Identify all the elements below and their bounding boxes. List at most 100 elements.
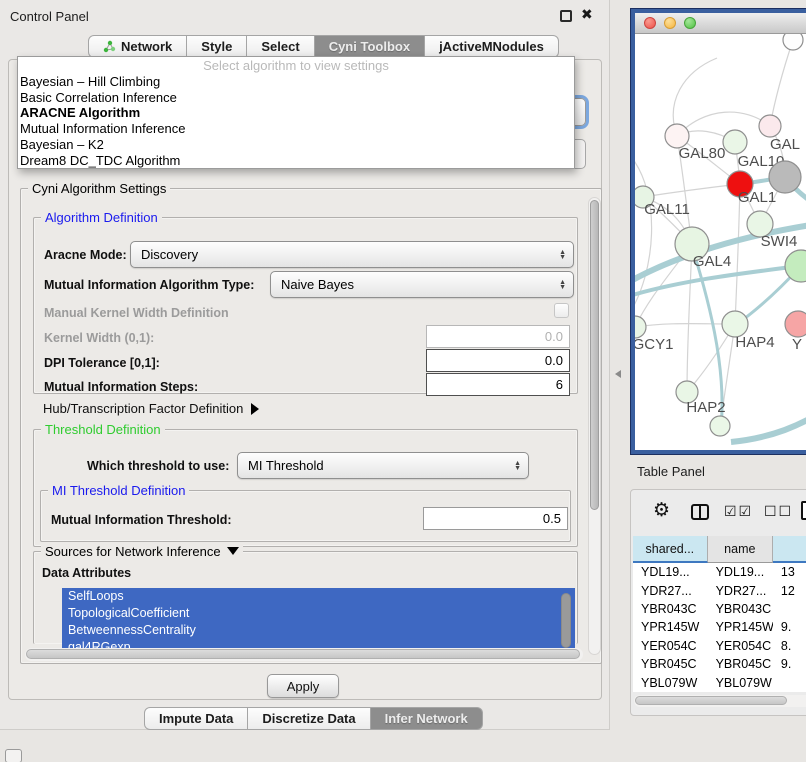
close-icon[interactable]: ✖ <box>581 6 593 23</box>
which-threshold-value: MI Threshold <box>248 458 324 473</box>
zoom-traffic-light-icon[interactable] <box>684 17 696 29</box>
dpi-tolerance-label: DPI Tolerance [0,1]: <box>44 356 160 370</box>
table-cell: YDR27... <box>633 581 708 599</box>
hub-definition-toggle[interactable]: Hub/Transcription Factor Definition <box>43 401 259 416</box>
attributes-vscroll-thumb[interactable] <box>561 593 571 648</box>
which-threshold-combo[interactable]: MI Threshold ▲▼ <box>237 452 529 479</box>
sources-title-text: Sources for Network Inference <box>45 544 221 559</box>
network-node[interactable] <box>785 250 806 282</box>
table-cell <box>773 673 806 691</box>
network-node-gal10[interactable] <box>723 130 747 154</box>
tab-label: jActiveMNodules <box>439 39 544 54</box>
settings-vscroll-thumb[interactable] <box>590 200 599 510</box>
table-cell: 9. <box>773 655 806 673</box>
table-panel: ⚙ ☑☑ ☐☐ shared...name YDL19...YDL19...13… <box>630 489 806 716</box>
algorithm-option[interactable]: Bayesian – K2 <box>18 137 574 153</box>
algorithm-popup-placeholder: Select algorithm to view settings <box>18 57 574 74</box>
apply-button[interactable]: Apply <box>267 674 339 698</box>
tab-label: Impute Data <box>159 711 233 726</box>
sources-group-title[interactable]: Sources for Network Inference <box>41 544 243 559</box>
tab-infer-network[interactable]: Infer Network <box>371 707 483 730</box>
node-label: GAL1 <box>738 189 776 206</box>
document-icon[interactable] <box>801 501 806 520</box>
mi-threshold-field[interactable]: 0.5 <box>423 507 568 530</box>
table-row[interactable]: YPR145WYPR145W9. <box>633 618 806 636</box>
settings-hscroll-thumb[interactable] <box>26 649 580 659</box>
mi-steps-label: Mutual Information Steps: <box>44 380 198 394</box>
network-node[interactable] <box>710 416 730 436</box>
table-cell: YDR27... <box>708 581 773 599</box>
node-label: GAL11 <box>644 201 690 218</box>
tab-label: Discretize Data <box>262 711 355 726</box>
kernel-width-field[interactable]: 0.0 <box>426 325 570 348</box>
attribute-list-item[interactable]: TopologicalCoefficient <box>62 605 575 622</box>
gear-icon[interactable]: ⚙ <box>653 500 670 522</box>
column-header[interactable] <box>773 536 806 563</box>
aracne-mode-combo[interactable]: Discovery ▲▼ <box>130 241 574 268</box>
settings-horizontal-scrollbar[interactable] <box>25 648 583 661</box>
table-panel-title: Table Panel <box>637 464 705 479</box>
algorithm-definition-title: Algorithm Definition <box>41 210 162 225</box>
collapsed-panel-icon[interactable] <box>5 749 22 762</box>
dpi-tolerance-field[interactable]: 0.0 <box>426 349 570 372</box>
close-traffic-light-icon[interactable] <box>644 17 656 29</box>
table-row[interactable]: YDR27...YDR27...12 <box>633 581 806 599</box>
network-node[interactable] <box>769 161 801 193</box>
mi-steps-field[interactable]: 6 <box>426 373 570 396</box>
split-columns-icon[interactable] <box>691 504 709 520</box>
algorithm-option[interactable]: Bayesian – Hill Climbing <box>18 74 574 90</box>
panel-collapse-grip[interactable] <box>615 370 621 378</box>
checked-boxes-icon[interactable]: ☑☑ <box>724 503 753 520</box>
algorithm-option[interactable]: Mutual Information Inference <box>18 121 574 137</box>
network-node-gcy1[interactable] <box>635 316 646 338</box>
column-header[interactable]: shared... <box>633 536 708 563</box>
tab-style[interactable]: Style <box>187 35 247 58</box>
column-header[interactable]: name <box>708 536 773 563</box>
node-label: Y <box>792 336 802 353</box>
algorithm-popup-list: Bayesian – Hill ClimbingBasic Correlatio… <box>18 74 574 168</box>
network-node-gal[interactable] <box>759 115 781 137</box>
table-cell <box>773 600 806 618</box>
node-label: HAP4 <box>735 334 774 351</box>
algorithm-option[interactable]: ARACNE Algorithm <box>18 105 574 121</box>
table-row[interactable]: YBR045CYBR045C9. <box>633 655 806 673</box>
table-row[interactable]: YER054CYER054C8. <box>633 637 806 655</box>
network-canvas[interactable]: GALGAL80GAL10GAL1GAL11SWI4GAL4GCY1HAP4YH… <box>635 34 806 450</box>
mi-type-label: Mutual Information Algorithm Type: <box>44 278 254 292</box>
algorithm-option[interactable]: Dream8 DC_TDC Algorithm <box>18 153 574 169</box>
table-hscroll-thumb[interactable] <box>635 696 787 705</box>
settings-vertical-scrollbar[interactable] <box>588 197 601 655</box>
float-window-icon[interactable] <box>560 10 572 22</box>
kernel-width-label: Kernel Width (0,1): <box>44 331 154 345</box>
minimize-traffic-light-icon[interactable] <box>664 17 676 29</box>
algorithm-option[interactable]: Basic Correlation Inference <box>18 90 574 106</box>
unchecked-boxes-icon[interactable]: ☐☐ <box>764 503 793 520</box>
tab-impute-data[interactable]: Impute Data <box>144 707 248 730</box>
threshold-definition-group: Threshold Definition Which threshold to … <box>33 429 578 547</box>
network-node[interactable] <box>783 34 803 50</box>
network-window-titlebar[interactable] <box>635 13 806 34</box>
tab-select[interactable]: Select <box>247 35 314 58</box>
tab-cyni-toolbox[interactable]: Cyni Toolbox <box>315 35 425 58</box>
tab-discretize-data[interactable]: Discretize Data <box>248 707 370 730</box>
control-panel-window: Control Panel ✖ NetworkStyleSelectCyni T… <box>0 0 610 730</box>
table-row[interactable]: YDL19...YDL19...13 <box>633 563 806 581</box>
manual-kernel-checkbox[interactable] <box>554 303 569 318</box>
tab-network[interactable]: Network <box>88 35 187 58</box>
table-cell: YBR043C <box>633 600 708 618</box>
table-row[interactable]: YBL079WYBL079W <box>633 673 806 691</box>
node-label: GCY1 <box>635 336 673 353</box>
table-body: YDL19...YDL19...13YDR27...YDR27...12YBR0… <box>633 563 806 692</box>
cyni-group-title: Cyni Algorithm Settings <box>28 181 170 196</box>
mi-type-combo[interactable]: Naive Bayes ▲▼ <box>270 271 574 298</box>
table-horizontal-scrollbar[interactable] <box>634 695 806 707</box>
combo-arrows-icon: ▲▼ <box>559 279 566 289</box>
network-node-y[interactable] <box>785 311 806 337</box>
table-row[interactable]: YBR043CYBR043C <box>633 600 806 618</box>
application-root: Control Panel ✖ NetworkStyleSelectCyni T… <box>0 0 806 762</box>
attribute-list-item[interactable]: BetweennessCentrality <box>62 622 575 639</box>
mi-threshold-label: Mutual Information Threshold: <box>51 513 232 527</box>
attribute-list-item[interactable]: SelfLoops <box>62 588 575 605</box>
tab-jactivemnodules[interactable]: jActiveMNodules <box>425 35 559 58</box>
node-label: HAP2 <box>686 399 725 416</box>
